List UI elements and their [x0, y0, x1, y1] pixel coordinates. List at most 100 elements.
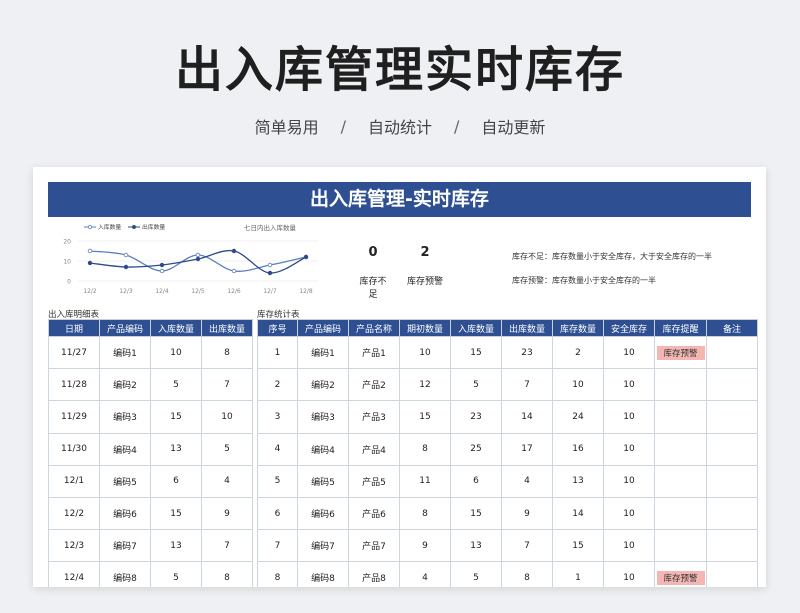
- kpi-warning-label: 库存预警: [406, 277, 443, 287]
- stats-table-cell: 10: [603, 432, 655, 466]
- stats-table-cell: 10: [603, 335, 655, 370]
- stats-col-header: 库存提醒: [654, 319, 707, 337]
- stats-table-cell: 6: [257, 496, 298, 531]
- detail-table-row: 11/30 编码4 13 5: [48, 432, 253, 466]
- stats-col-header: 期初数量: [399, 319, 451, 337]
- data-point: [87, 248, 93, 254]
- stock-warning-badge: 库存预警: [656, 570, 705, 585]
- stats-table-cell: [706, 496, 758, 531]
- stats-table-cell: 13: [552, 464, 604, 498]
- detail-table-cell: 11/29: [48, 400, 100, 434]
- stats-table-cell: 产品3: [348, 400, 400, 434]
- stats-table-cell: 编码8: [297, 561, 349, 587]
- stats-table-cell: 产品1: [348, 335, 400, 370]
- stats-col-header: 备注: [706, 319, 758, 337]
- stats-table-cell: [706, 529, 758, 563]
- detail-table-cell: 13: [150, 529, 202, 563]
- stats-table-cell: [706, 561, 758, 587]
- detail-table-cell: 编码1: [99, 335, 151, 370]
- tag-easy: 简单易用: [254, 118, 319, 137]
- subtitle-tags: 简单易用 / 自动统计 / 自动更新: [0, 114, 800, 138]
- legend-marker: [88, 225, 92, 229]
- stats-table-cell: 13: [450, 529, 502, 563]
- detail-table-cell: 8: [201, 335, 253, 370]
- stats-table-cell: 4: [257, 432, 298, 466]
- detail-table-row: 11/28 编码2 5 7: [48, 368, 253, 402]
- stats-table-cell: 23: [501, 335, 553, 370]
- stats-table-cell: 9: [501, 496, 553, 531]
- stats-table-cell: 10: [603, 400, 655, 434]
- stats-col-header: 产品编码: [297, 319, 349, 337]
- stats-table-row: 2 编码2 产品2 12 5 7 10 10: [257, 368, 758, 402]
- stats-table-cell: 15: [552, 529, 604, 563]
- stats-col-header: 安全库存: [603, 319, 655, 337]
- x-tick-label: 12/8: [299, 288, 313, 295]
- stats-col-header: 入库数量: [450, 319, 502, 337]
- detail-table-row: 12/3 编码7 13 7: [48, 529, 253, 563]
- stats-table-cell: 产品6: [348, 496, 400, 531]
- detail-table-cell: 15: [150, 400, 202, 434]
- stats-header-row: 序号 产品编码 产品名称 期初数量 入库数量 出库数量 库存数量 安全库存 库存提醒 备注: [257, 319, 758, 337]
- detail-table-cell: 7: [201, 529, 253, 563]
- detail-table-cell: 10: [201, 400, 253, 434]
- detail-table-cell: 编码7: [99, 529, 151, 563]
- stats-table-cell: 10: [603, 529, 655, 563]
- x-tick-label: 12/6: [227, 288, 241, 295]
- detail-table-cell: 5: [150, 368, 202, 402]
- stats-table-cell: 8: [501, 561, 553, 587]
- detail-table-cell: 编码5: [99, 464, 151, 498]
- stats-table-cell: 2: [552, 335, 604, 370]
- stats-table-cell: 10: [399, 335, 451, 370]
- stats-col-header: 产品名称: [348, 319, 400, 337]
- legend-label: 出库数量: [142, 223, 165, 231]
- stats-table-cell: 4: [501, 464, 553, 498]
- y-tick-label: 20: [63, 239, 71, 246]
- detail-table-cell: 13: [150, 432, 202, 466]
- stats-table-row: 6 编码6 产品6 8 15 9 14 10: [257, 496, 758, 531]
- detail-table-cell: 11/27: [48, 335, 100, 370]
- detail-table-row: 12/2 编码6 15 9: [48, 496, 253, 531]
- detail-table-cell: 12/3: [48, 529, 100, 563]
- stats-table-cell: 编码6: [297, 496, 349, 531]
- detail-table-cell: 5: [150, 561, 202, 587]
- stats-table-cell: 2: [257, 368, 298, 402]
- stats-table-cell: 8: [257, 561, 298, 587]
- data-point: [195, 256, 201, 262]
- stats-col-header: 出库数量: [501, 319, 553, 337]
- stats-table-cell: 7: [501, 529, 553, 563]
- stats-table-cell: 10: [603, 496, 655, 531]
- stats-table-cell: [654, 464, 707, 498]
- tag-separator: /: [340, 116, 346, 136]
- sheet-banner: 出入库管理-实时库存: [48, 182, 751, 217]
- x-tick-label: 12/5: [191, 288, 205, 295]
- detail-table-cell: 4: [201, 464, 253, 498]
- stats-table-cell: 15: [450, 335, 502, 370]
- data-point: [267, 270, 273, 276]
- x-tick-label: 12/7: [263, 288, 277, 295]
- stats-table-cell: 1: [257, 335, 298, 370]
- detail-table-cell: 12/4: [48, 561, 100, 587]
- note-shortage: 库存不足：库存数量小于安全库存，大于安全库存的一半: [512, 252, 712, 261]
- kpi-shortage-label: 库存不足: [359, 277, 387, 300]
- stock-warning-badge: 库存预警: [656, 345, 705, 360]
- x-tick-label: 12/2: [83, 288, 97, 295]
- data-point: [87, 260, 93, 266]
- stats-table-row: 7 编码7 产品7 9 13 7 15 10: [257, 529, 758, 563]
- stats-table-cell: 16: [552, 432, 604, 466]
- data-point: [231, 268, 237, 274]
- stats-table-cell: 编码4: [297, 432, 349, 466]
- detail-table-cell: 9: [201, 496, 253, 531]
- detail-table-cell: 5: [201, 432, 253, 466]
- detail-table-cell: 编码6: [99, 496, 151, 531]
- detail-table-cell: 编码8: [99, 561, 151, 587]
- stats-table-cell: [654, 400, 707, 434]
- stats-table-cell: [706, 335, 758, 370]
- detail-table-row: 11/29 编码3 15 10: [48, 400, 253, 434]
- chart-title: 七日内出入库数量: [244, 223, 297, 232]
- detail-table-row: 11/27 编码1 10 8: [48, 335, 253, 370]
- detail-table-cell: 编码2: [99, 368, 151, 402]
- y-tick-label: 0: [67, 279, 71, 286]
- detail-col-header: 出库数量: [201, 319, 253, 337]
- data-point: [123, 252, 129, 258]
- stats-col-header: 序号: [257, 319, 298, 337]
